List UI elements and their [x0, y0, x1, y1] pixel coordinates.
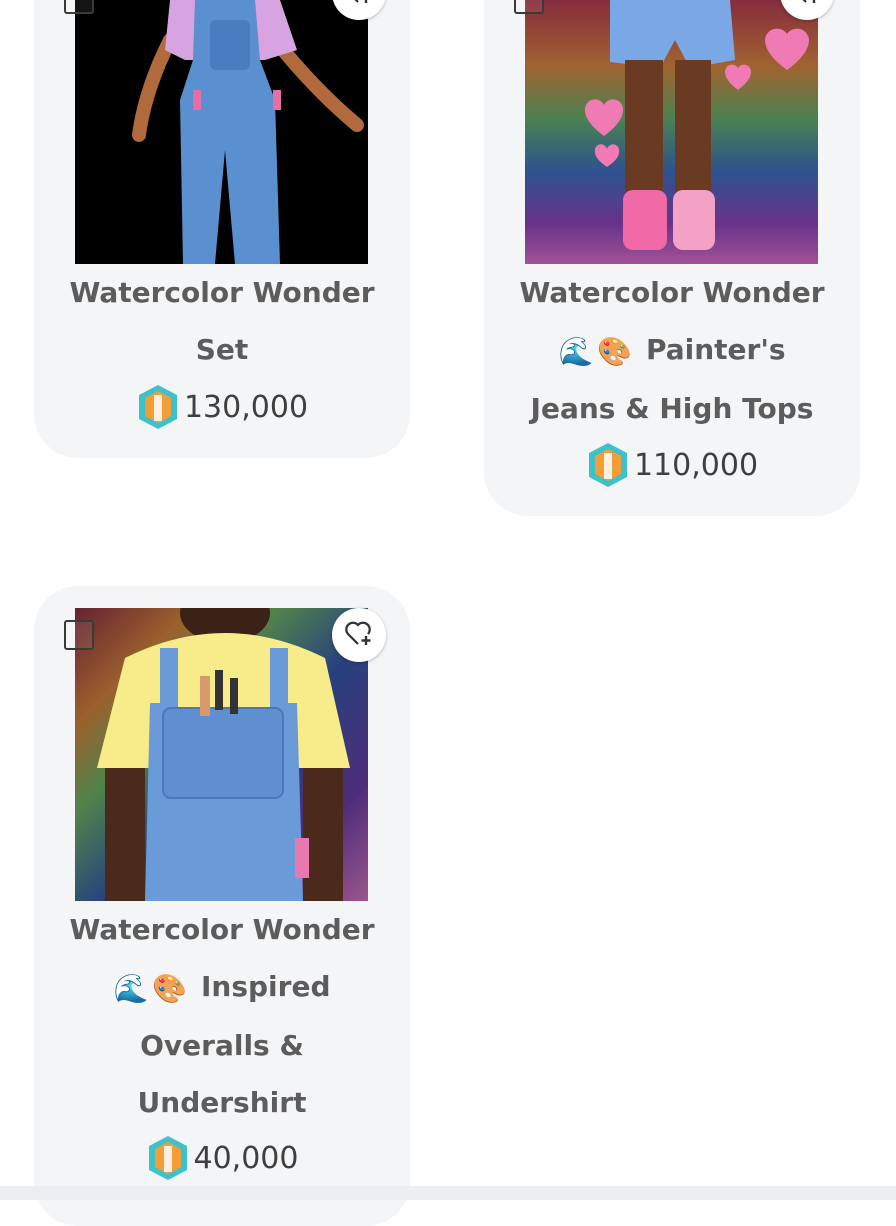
item-price: 130,000	[34, 383, 410, 431]
item-card-watercolor-wonder-set[interactable]: Watercolor Wonder Set 130,000	[34, 0, 410, 458]
item-thumbnail[interactable]	[75, 0, 368, 264]
heart-plus-icon	[344, 0, 374, 9]
coin-icon	[138, 385, 177, 429]
select-checkbox[interactable]	[514, 0, 544, 14]
item-price: 110,000	[484, 441, 860, 489]
palette-emoji-icon: 🎨	[152, 971, 188, 1005]
palette-emoji-icon: 🎨	[597, 334, 633, 368]
select-checkbox[interactable]	[64, 620, 94, 650]
avatar-outfit-image	[75, 608, 368, 901]
bottom-edge-bar	[0, 1186, 896, 1200]
wave-emoji-icon: 🌊	[558, 334, 594, 368]
avatar-outfit-image	[75, 0, 368, 264]
favorite-button[interactable]	[332, 608, 386, 662]
coin-icon	[148, 1136, 187, 1180]
item-card-inspired-overalls-undershirt[interactable]: Watercolor Wonder 🌊 🎨 Inspired Overalls &…	[34, 586, 410, 1226]
select-checkbox[interactable]	[64, 0, 94, 14]
wave-emoji-icon: 🌊	[113, 971, 149, 1005]
item-title: Watercolor Wonder 🌊 🎨 Inspired Overalls &…	[69, 913, 375, 1119]
heart-plus-icon	[792, 0, 822, 9]
item-thumbnail[interactable]	[525, 0, 818, 264]
item-thumbnail[interactable]	[75, 608, 368, 901]
coin-icon	[588, 443, 627, 487]
heart-plus-icon	[344, 619, 374, 651]
item-card-painters-jeans-high-tops[interactable]: Watercolor Wonder 🌊 🎨 Painter's Jeans & H…	[484, 0, 860, 516]
item-title: Watercolor Wonder 🌊 🎨 Painter's Jeans & H…	[519, 276, 825, 425]
item-title: Watercolor Wonder Set	[69, 276, 375, 366]
avatar-outfit-image	[525, 0, 818, 264]
item-price: 40,000	[34, 1134, 410, 1182]
